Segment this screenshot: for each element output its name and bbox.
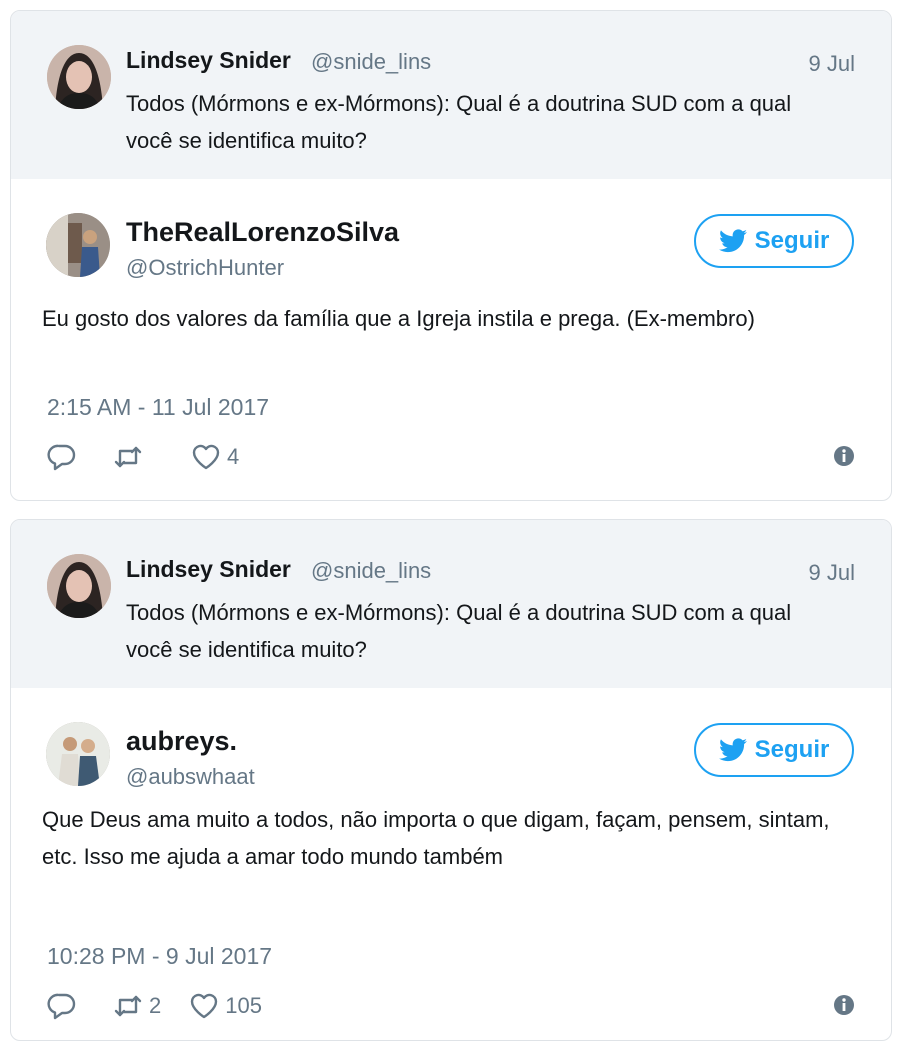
reply-author-handle: @OstrichHunter xyxy=(126,255,285,280)
quoted-date: 9 Jul xyxy=(808,51,855,76)
reply-text: Eu gosto dos valores da família que a Ig… xyxy=(42,306,755,331)
tweet-card: Lindsey Snider @snide_lins 9 Jul Todos (… xyxy=(10,10,892,501)
action-bar: 4 xyxy=(47,439,855,475)
heart-icon xyxy=(192,444,220,470)
info-icon[interactable] xyxy=(833,994,855,1016)
retweet-button[interactable] xyxy=(113,442,149,472)
avatar[interactable] xyxy=(47,554,111,618)
reply-button[interactable] xyxy=(47,991,77,1021)
retweet-count: 2 xyxy=(149,993,162,1018)
twitter-bird-icon xyxy=(718,738,747,762)
reply-timestamp[interactable]: 2:15 AM - 11 Jul 2017 xyxy=(47,394,269,421)
quoted-author-name: Lindsey Snider xyxy=(126,556,291,582)
retweet-button[interactable]: 2 xyxy=(113,991,161,1021)
like-button[interactable]: 105 xyxy=(189,991,262,1021)
retweet-icon xyxy=(114,995,142,1017)
tweet-card: Lindsey Snider @snide_lins 9 Jul Todos (… xyxy=(10,519,892,1041)
reply-button[interactable] xyxy=(47,442,77,472)
reply-icon xyxy=(47,993,76,1020)
like-count: 105 xyxy=(225,993,262,1018)
avatar[interactable] xyxy=(46,722,110,786)
avatar[interactable] xyxy=(47,45,111,109)
info-icon[interactable] xyxy=(833,445,855,467)
reply-author-name: TheRealLorenzoSilva xyxy=(126,217,400,247)
reply-author-handle: @aubswhaat xyxy=(126,764,255,789)
quoted-text: Todos (Mórmons e ex-Mórmons): Qual é a d… xyxy=(126,91,792,153)
follow-button[interactable]: Seguir xyxy=(694,214,854,268)
quoted-tweet[interactable]: Lindsey Snider @snide_lins 9 Jul Todos (… xyxy=(11,520,891,688)
action-bar: 2 105 xyxy=(47,988,855,1024)
quoted-author-handle: @snide_lins xyxy=(311,49,432,74)
like-button[interactable]: 4 xyxy=(191,442,239,472)
reply-timestamp[interactable]: 10:28 PM - 9 Jul 2017 xyxy=(47,943,272,970)
quoted-tweet[interactable]: Lindsey Snider @snide_lins 9 Jul Todos (… xyxy=(11,11,891,179)
retweet-icon xyxy=(114,446,142,468)
quoted-author-handle: @snide_lins xyxy=(311,558,432,583)
reply-text: Que Deus ama muito a todos, não importa … xyxy=(42,807,830,869)
quoted-author-name: Lindsey Snider xyxy=(126,47,291,73)
quoted-date: 9 Jul xyxy=(808,560,855,585)
like-count: 4 xyxy=(227,444,240,469)
quoted-text: Todos (Mórmons e ex-Mórmons): Qual é a d… xyxy=(126,600,792,662)
reply-icon xyxy=(47,444,76,471)
follow-label: Seguir xyxy=(754,736,830,763)
follow-label: Seguir xyxy=(754,227,830,254)
reply-author-name: aubreys. xyxy=(126,726,238,756)
avatar[interactable] xyxy=(46,213,110,277)
heart-icon xyxy=(191,993,218,1019)
twitter-bird-icon xyxy=(718,229,747,253)
follow-button[interactable]: Seguir xyxy=(694,723,854,777)
